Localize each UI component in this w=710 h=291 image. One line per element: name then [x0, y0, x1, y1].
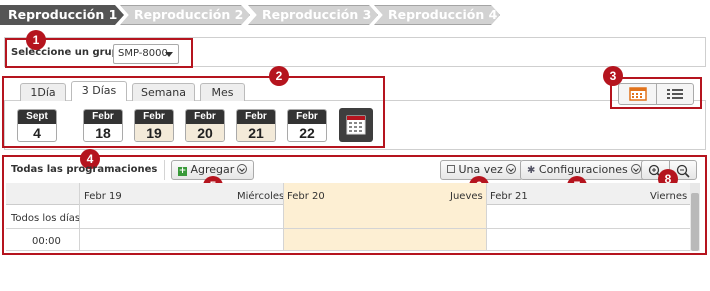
tab-week[interactable]: Semana: [132, 83, 195, 101]
divider: [6, 250, 690, 251]
plus-icon: +: [178, 166, 187, 176]
row-label: Todos los días: [11, 213, 81, 224]
settings-button[interactable]: ✱ Configuraciones: [520, 160, 648, 180]
badge-1: 1: [26, 30, 46, 50]
badge-2: 2: [269, 66, 289, 86]
date-month: Sept: [18, 110, 56, 124]
column-weekday: Miércoles: [237, 191, 285, 202]
date-card[interactable]: Febr 22: [287, 109, 327, 142]
add-button-label: Agregar: [190, 163, 235, 176]
date-month: Febr: [84, 110, 122, 124]
group-select[interactable]: SMP-8000: [113, 44, 179, 64]
date-day: 19: [135, 124, 173, 141]
date-day: 20: [186, 124, 224, 141]
date-month: Febr: [186, 110, 224, 124]
settings-button-label: Configuraciones: [538, 163, 628, 176]
divider: [656, 84, 657, 104]
date-day: 22: [299, 125, 315, 141]
schedules-title: Todas las programaciones: [11, 164, 158, 175]
date-card-selected[interactable]: Febr 20: [185, 109, 225, 142]
divider: [486, 183, 487, 251]
scrollbar-thumb[interactable]: [691, 193, 699, 251]
chevron-down-icon: [505, 164, 516, 174]
date-month: Febr: [237, 110, 275, 124]
gear-icon: ✱: [527, 165, 536, 176]
divider: [6, 228, 690, 229]
chevron-down-icon: [237, 164, 248, 174]
tab-month[interactable]: Mes: [200, 83, 245, 101]
row-label: 00:00: [32, 236, 61, 247]
column-weekday: Viernes: [650, 191, 688, 202]
square-icon: [447, 165, 455, 173]
date-card[interactable]: Sept 4: [17, 109, 57, 142]
column-date: Febr 21: [490, 191, 528, 202]
tab-3days[interactable]: 3 Días: [71, 81, 127, 101]
tab-playback-3[interactable]: Reproducción 3: [248, 5, 378, 25]
calendar-picker-button[interactable]: [339, 108, 373, 142]
tab-1day[interactable]: 1Día: [20, 83, 66, 101]
column-weekday: Jueves: [450, 191, 483, 202]
vertical-scrollbar[interactable]: [690, 183, 700, 251]
date-day: 21: [237, 124, 275, 141]
date-card-selected[interactable]: Febr 21: [236, 109, 276, 142]
chevron-down-icon: [630, 164, 641, 174]
tab-playback-2[interactable]: Reproducción 2: [120, 5, 250, 25]
group-select-value: SMP-8000: [118, 48, 168, 59]
zoom-out-icon[interactable]: [676, 164, 690, 178]
column-date: Febr 19: [84, 191, 122, 202]
playback-tabs: Reproducción 1 Reproducción 2 Reproducci…: [0, 5, 500, 25]
date-day: 18: [95, 125, 111, 141]
list-view-icon[interactable]: [666, 87, 684, 101]
date-day: 4: [33, 125, 41, 141]
date-month: Febr: [135, 110, 173, 124]
date-month: Febr: [288, 110, 326, 124]
chevron-down-icon: [165, 52, 173, 57]
divider: [283, 183, 284, 251]
group-label: Seleccione un grupo:: [11, 47, 130, 58]
tab-playback-4[interactable]: Reproducción 4: [374, 5, 500, 25]
divider: [79, 183, 80, 251]
once-button-label: Una vez: [458, 163, 503, 176]
date-card-selected[interactable]: Febr 19: [134, 109, 174, 142]
tab-playback-1[interactable]: Reproducción 1: [0, 5, 124, 25]
calendar-view-icon[interactable]: [629, 87, 647, 101]
view-switch: [618, 83, 694, 105]
date-card[interactable]: Febr 18: [83, 109, 123, 142]
calendar-icon: [346, 115, 366, 135]
column-date: Febr 20: [287, 191, 325, 202]
divider: [164, 160, 165, 180]
